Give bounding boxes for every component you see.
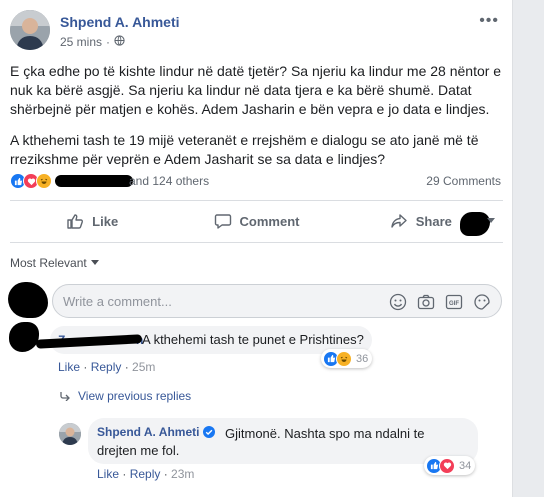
comment-text: A kthehemi tash te punet e Prishtines? [142,332,364,347]
gif-icon[interactable]: GIF [445,293,463,311]
comment-composer[interactable]: GIF [52,284,502,318]
reply-time[interactable]: 23m [171,467,194,481]
redacted-avatar-blob [460,212,490,236]
thumbs-up-icon [67,214,84,229]
separator-dot: · [106,35,111,49]
svg-text:GIF: GIF [449,301,459,307]
post-header: Shpend A. Ahmeti 25 mins · ••• [10,10,505,54]
like-button-label: Like [92,213,119,229]
post-actions: Like Comment Share [10,204,503,238]
love-reaction-icon [439,457,455,474]
comment-meta: Like · Reply · 25m [58,360,156,374]
reactions-bar: and 124 others 29 Comments [10,171,503,191]
haha-reaction-icon [336,350,352,367]
author-avatar[interactable] [10,10,50,50]
reply-like-link[interactable]: Like [97,467,119,481]
globe-icon[interactable] [114,35,125,49]
reply-meta: Like · Reply · 23m [97,467,195,481]
redacted-avatar-blob [8,282,48,318]
like-button[interactable]: Like [10,212,174,230]
redacted-name-bar [55,175,133,187]
verified-badge-icon [203,426,216,438]
reply-author-avatar[interactable] [59,423,81,445]
share-button-label: Share [415,213,452,229]
post-meta: 25 mins · [60,35,125,49]
reaction-count: 36 [356,352,369,365]
post-author-name[interactable]: Shpend A. Ahmeti [60,14,180,30]
comment-time[interactable]: 25m [132,360,155,374]
sticker-icon[interactable] [473,293,491,311]
post-card: Shpend A. Ahmeti 25 mins · ••• E çka edh… [0,0,513,497]
divider [10,242,503,243]
comment-sort-dropdown[interactable]: Most Relevant [10,256,99,270]
redacted-avatar-blob [9,322,39,352]
comment-like-link[interactable]: Like [58,360,80,374]
comment-sort-label: Most Relevant [10,256,87,270]
view-previous-replies[interactable]: View previous replies [60,389,191,403]
comment-reactions[interactable]: 36 [321,349,373,368]
reply-author-name: Shpend A. Ahmeti [97,425,200,439]
chevron-down-icon[interactable] [487,218,495,223]
comment-reply-link[interactable]: Reply [91,360,122,374]
reactions-summary[interactable]: and 124 others [129,174,209,188]
reply-reply-link[interactable]: Reply [130,467,161,481]
view-previous-label: View previous replies [78,389,192,403]
reply-reactions[interactable]: 34 [424,456,476,475]
reply-author[interactable]: Shpend A. Ahmeti [97,425,216,439]
post-paragraph-2: A kthehemi tash te 19 mijë veteranët e r… [10,132,479,167]
comment-button-label: Comment [239,213,300,229]
comment-button[interactable]: Comment [174,212,338,230]
reaction-count: 34 [459,459,472,472]
camera-icon[interactable] [417,293,435,311]
comment-input[interactable] [53,285,373,317]
post-paragraph-1: E çka edhe po të kishte lindur në datë t… [10,63,502,117]
more-options-icon[interactable]: ••• [479,12,499,30]
post-time[interactable]: 25 mins [60,35,102,49]
emoji-icon[interactable] [389,293,407,311]
haha-reaction-icon[interactable] [36,173,52,189]
composer-tools: GIF [389,293,491,311]
post-body: E çka edhe po të kishte lindur në datë t… [10,62,505,181]
reply-arrow-icon [60,392,70,401]
chevron-down-icon [90,260,99,265]
page-background [514,0,544,497]
share-arrow-icon [391,214,407,228]
comment-icon [214,214,231,229]
divider [10,200,503,201]
comments-count[interactable]: 29 Comments [426,174,501,188]
